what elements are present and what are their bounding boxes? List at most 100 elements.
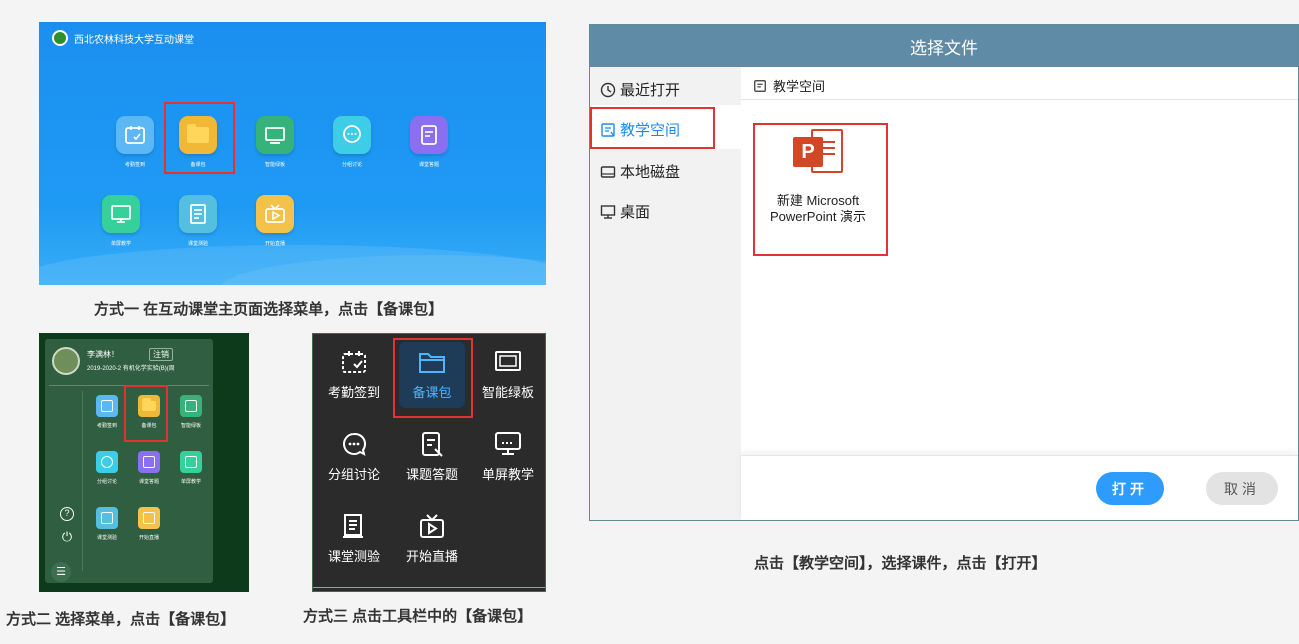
quiz-icon <box>420 430 444 458</box>
screen-icon <box>102 195 140 233</box>
help-icon[interactable]: ? <box>60 507 74 521</box>
tile-label: 课堂答题 <box>418 162 439 168</box>
course-name: 2019-2020-2 有机化学实验(B)(周 <box>87 366 175 372</box>
tool-label: 单屏教学 <box>481 467 534 482</box>
tile-label: 考勤签到 <box>96 423 117 429</box>
university-logo-icon <box>52 30 68 46</box>
open-button[interactable]: 打开 <box>1096 472 1164 505</box>
tile-label: 分组讨论 <box>341 162 362 168</box>
tile-label: 考勤签到 <box>124 162 145 168</box>
tile-attendance[interactable]: 考勤签到 <box>109 116 161 168</box>
divider <box>82 391 83 571</box>
chat-icon <box>333 116 371 154</box>
tool-label: 课堂测验 <box>327 549 380 564</box>
attendance-icon <box>96 395 118 417</box>
sidebar-item-label: 最近打开 <box>620 82 681 99</box>
highlight-box <box>590 107 715 149</box>
side-menu-panel: 李满林！ 注销 2019-2020-2 有机化学实验(B)(周 考勤签到 备课包… <box>39 333 249 592</box>
select-file-dialog: 选择文件 最近打开 教学空间 本地磁盘 桌面 教学空间 P 新建 Microso… <box>589 24 1299 521</box>
test-icon <box>96 507 118 529</box>
menu-card: 李满林！ 注销 2019-2020-2 有机化学实验(B)(周 考勤签到 备课包… <box>45 339 213 583</box>
tool-single-screen[interactable]: 单屏教学 <box>469 430 545 483</box>
screen-icon <box>494 430 522 458</box>
app-header: 西北农林科技大学互动课堂 <box>52 30 194 46</box>
sidebar-item-desktop[interactable]: 桌面 <box>600 201 650 222</box>
tool-label: 分组讨论 <box>327 467 380 482</box>
tile-group-discussion[interactable]: 分组讨论 <box>326 116 378 168</box>
logout-button[interactable]: 注销 <box>149 348 173 361</box>
tool-label: 课题答题 <box>405 467 458 482</box>
tile-start-live[interactable]: 开始直播 <box>129 507 169 541</box>
tool-label: 智能绿板 <box>481 385 534 400</box>
highlight-box <box>753 123 888 256</box>
test-icon <box>342 512 366 540</box>
tile-label: 开始直播 <box>264 241 285 247</box>
avatar[interactable] <box>52 347 80 375</box>
dialog-footer: 打开 取消 <box>741 455 1298 520</box>
app-title: 西北农林科技大学互动课堂 <box>74 34 194 46</box>
quiz-icon <box>410 116 448 154</box>
screen-icon <box>180 451 202 473</box>
highlight-box <box>164 102 235 174</box>
desktop-icon <box>600 204 616 220</box>
sidebar-item-label: 本地磁盘 <box>620 164 681 181</box>
tile-label: 智能绿板 <box>264 162 285 168</box>
tool-class-quiz[interactable]: 课题答题 <box>393 430 471 483</box>
tile-single-screen[interactable]: 单屏教学 <box>95 195 147 247</box>
user-name: 李满林！ <box>87 350 119 359</box>
greenboard-icon <box>494 348 522 376</box>
tool-start-live[interactable]: 开始直播 <box>393 512 471 565</box>
tile-class-quiz[interactable]: 课堂答题 <box>129 451 169 485</box>
sidebar-item-local-disk[interactable]: 本地磁盘 <box>600 161 680 182</box>
tile-label: 开始直播 <box>138 535 159 541</box>
tool-group-discussion[interactable]: 分组讨论 <box>315 430 393 483</box>
power-icon[interactable]: ⏻ <box>60 530 74 545</box>
chat-icon <box>96 451 118 473</box>
toolbar-panel: 考勤签到 备课包 智能绿板 分组讨论 课题答题 单屏教学 课堂测验 开始直播 <box>312 333 546 592</box>
tile-class-quiz[interactable]: 课堂答题 <box>403 116 455 168</box>
quiz-icon <box>138 451 160 473</box>
file-browser: 教学空间 P 新建 Microsoft PowerPoint 演示 <box>741 67 1298 520</box>
caption-method-two: 方式二 选择菜单，点击【备课包】 <box>6 611 236 628</box>
test-icon <box>179 195 217 233</box>
tile-label: 课堂测验 <box>187 241 208 247</box>
tool-greenboard[interactable]: 智能绿板 <box>469 348 545 401</box>
caption-dialog-step: 点击【教学空间】，选择课件，点击【打开】 <box>754 555 1047 572</box>
tile-greenboard[interactable]: 智能绿板 <box>171 395 211 429</box>
highlight-box <box>393 338 473 418</box>
cancel-button[interactable]: 取消 <box>1206 472 1278 505</box>
menu-icon[interactable]: ☰ <box>51 562 71 582</box>
tile-group-discussion[interactable]: 分组讨论 <box>87 451 127 485</box>
clock-icon <box>600 82 616 98</box>
tile-label: 课堂测验 <box>96 535 117 541</box>
tile-label: 智能绿板 <box>180 423 201 429</box>
caption-method-three: 方式三 点击工具栏中的【备课包】 <box>303 608 533 625</box>
tile-single-screen[interactable]: 单屏教学 <box>171 451 211 485</box>
chat-icon <box>341 430 367 458</box>
divider <box>741 99 1298 100</box>
tool-attendance[interactable]: 考勤签到 <box>315 348 393 401</box>
tool-label: 考勤签到 <box>327 385 380 400</box>
home-screen-panel: 西北农林科技大学互动课堂 考勤签到 备课包 智能绿板 分组讨论 课堂答题 单屏教… <box>39 22 546 285</box>
tile-class-test[interactable]: 课堂测验 <box>172 195 224 247</box>
disk-icon <box>600 164 616 180</box>
live-icon <box>256 195 294 233</box>
space-icon <box>753 79 767 93</box>
tile-attendance[interactable]: 考勤签到 <box>87 395 127 429</box>
breadcrumb: 教学空间 <box>753 76 825 95</box>
tool-class-test[interactable]: 课堂测验 <box>315 512 393 565</box>
tile-label: 单屏教学 <box>180 479 201 485</box>
attendance-icon <box>341 348 367 376</box>
greenboard-icon <box>180 395 202 417</box>
live-icon <box>138 507 160 529</box>
tile-start-live[interactable]: 开始直播 <box>249 195 301 247</box>
tile-label: 单屏教学 <box>110 241 131 247</box>
attendance-icon <box>116 116 154 154</box>
dialog-title: 选择文件 <box>590 25 1298 67</box>
dialog-sidebar: 最近打开 教学空间 本地磁盘 桌面 <box>590 67 741 520</box>
sidebar-item-recent[interactable]: 最近打开 <box>600 79 680 100</box>
caption-method-one: 方式一 在互动课堂主页面选择菜单，点击【备课包】 <box>94 301 444 318</box>
divider <box>313 587 545 588</box>
tile-class-test[interactable]: 课堂测验 <box>87 507 127 541</box>
tile-greenboard[interactable]: 智能绿板 <box>249 116 301 168</box>
